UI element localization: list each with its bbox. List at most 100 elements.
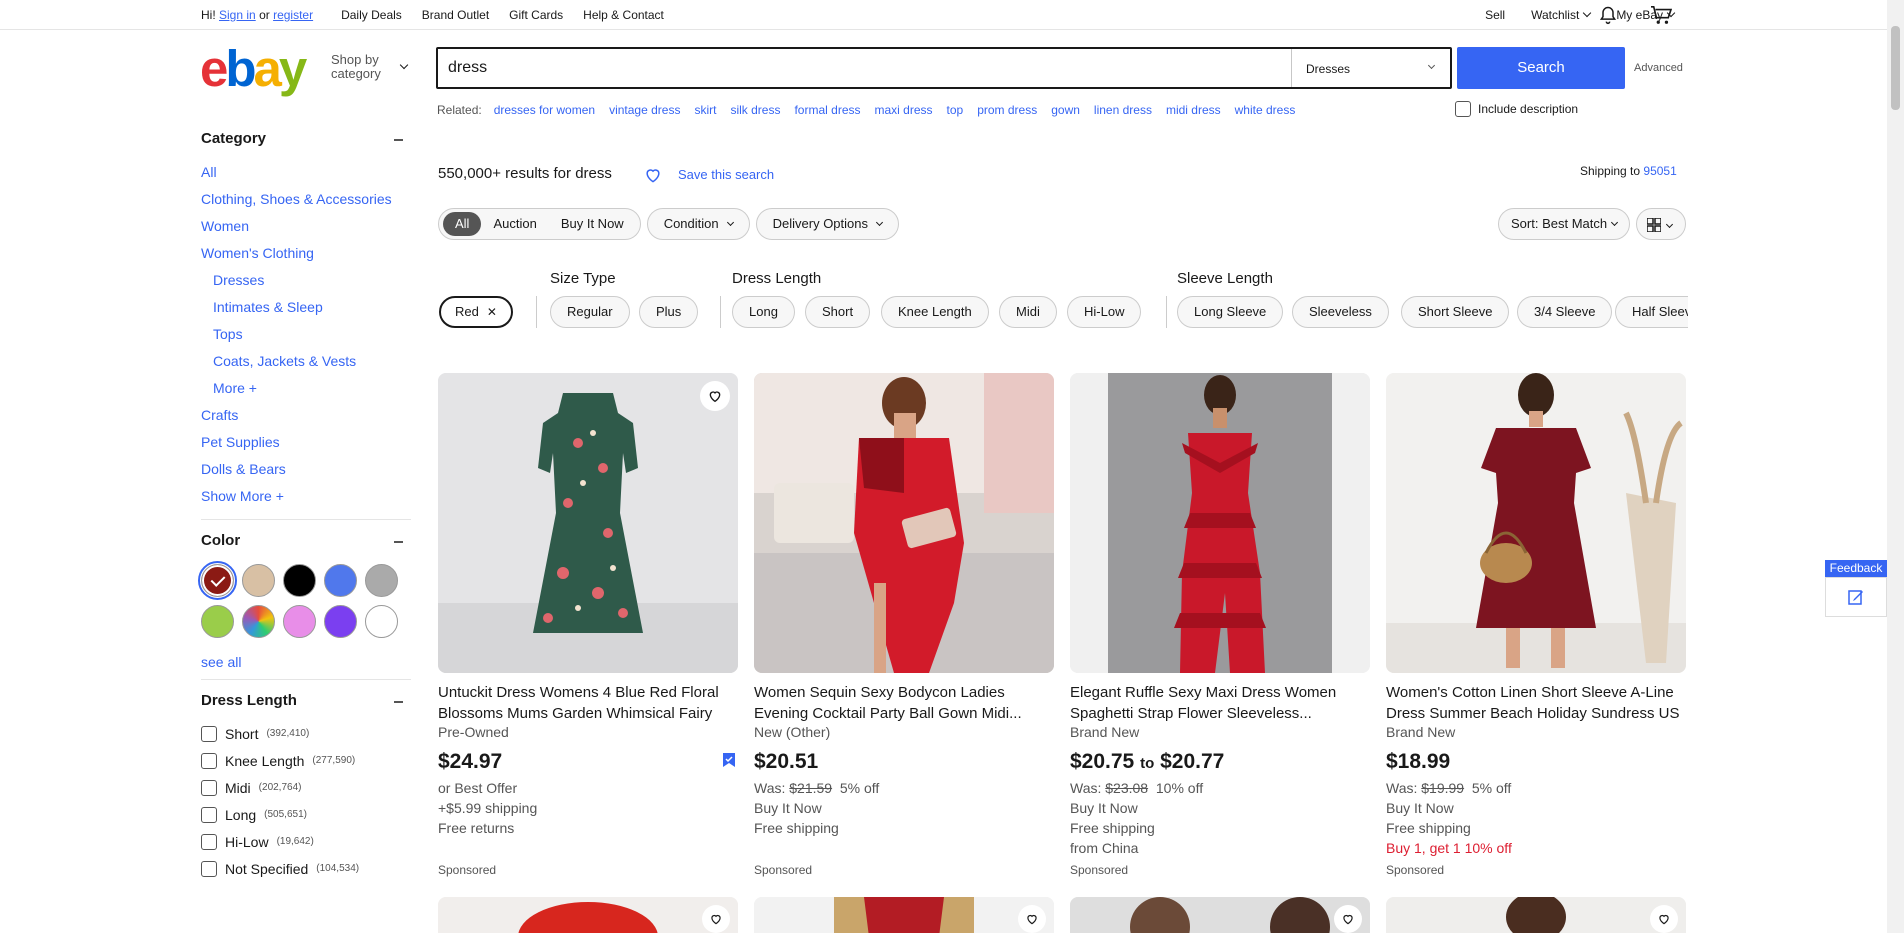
dress-length-option[interactable]: Not Specified (104,534) <box>201 855 411 882</box>
related-link[interactable]: linen dress <box>1094 103 1152 117</box>
sidebar-category-link[interactable]: Tops <box>201 324 411 351</box>
product-title[interactable]: Untuckit Dress Womens 4 Blue Red Floral … <box>438 682 738 724</box>
product-title[interactable]: Women's Cotton Linen Short Sleeve A-Line… <box>1386 682 1686 724</box>
product-card[interactable]: Women Sequin Sexy Bodycon Ladies Evening… <box>754 373 1054 877</box>
product-card[interactable] <box>1070 897 1370 933</box>
watch-item-button[interactable] <box>700 381 730 411</box>
product-card[interactable]: Elegant Ruffle Sexy Maxi Dress Women Spa… <box>1070 373 1370 877</box>
sidebar-category-link[interactable]: Crafts <box>201 405 411 432</box>
watch-item-button[interactable] <box>1018 905 1046 933</box>
see-all-colors-link[interactable]: see all <box>201 652 411 679</box>
related-link[interactable]: prom dress <box>977 103 1037 117</box>
product-card[interactable]: Untuckit Dress Womens 4 Blue Red Floral … <box>438 373 738 877</box>
color-swatch[interactable] <box>365 605 398 638</box>
sidebar-category-link[interactable]: Coats, Jackets & Vests <box>201 351 411 378</box>
sign-in-link[interactable]: Sign in <box>219 8 256 22</box>
cart-icon[interactable] <box>1650 5 1672 25</box>
promo-text[interactable]: Buy 1, get 1 10% off <box>1386 840 1686 860</box>
color-swatch[interactable] <box>242 564 275 597</box>
watch-item-button[interactable] <box>702 905 730 933</box>
chip-hi-low[interactable]: Hi-Low <box>1067 296 1142 328</box>
scrollbar-thumb[interactable] <box>1891 26 1900 110</box>
dress-length-checkbox[interactable] <box>201 725 217 742</box>
dress-length-option[interactable]: Hi-Low (19,642) <box>201 828 411 855</box>
related-link[interactable]: midi dress <box>1166 103 1221 117</box>
related-link[interactable]: dresses for women <box>494 103 595 117</box>
sidebar-category-link[interactable]: Intimates & Sleep <box>201 297 411 324</box>
dress-length-checkbox[interactable] <box>201 779 217 796</box>
product-card[interactable]: Women's Cotton Linen Short Sleeve A-Line… <box>1386 373 1686 877</box>
scrollbar-track[interactable] <box>1887 0 1904 933</box>
sidebar-category-link[interactable]: Women's Clothing <box>201 243 411 270</box>
sidebar-category-link[interactable]: Pet Supplies <box>201 432 411 459</box>
help-contact-link[interactable]: Help & Contact <box>583 8 664 22</box>
sidebar-category-link[interactable]: Dresses <box>201 270 411 297</box>
related-link[interactable]: silk dress <box>730 103 780 117</box>
sidebar-category-link[interactable]: Women <box>201 216 411 243</box>
related-link[interactable]: gown <box>1051 103 1080 117</box>
product-image[interactable] <box>1070 373 1370 673</box>
sidebar-category-link[interactable]: All <box>201 162 411 189</box>
color-swatch[interactable] <box>242 605 275 638</box>
chip-midi[interactable]: Midi <box>999 296 1057 328</box>
close-icon[interactable]: ✕ <box>487 305 497 319</box>
include-description[interactable]: Include description <box>1455 101 1578 117</box>
heart-icon[interactable] <box>643 165 663 185</box>
sort-dropdown[interactable]: Sort: Best Match <box>1498 208 1631 240</box>
feedback-widget[interactable]: Feedback <box>1825 560 1887 617</box>
dress-length-option[interactable]: Long (505,651) <box>201 801 411 828</box>
chip-knee-length[interactable]: Knee Length <box>881 296 989 328</box>
watchlist-menu[interactable]: Watchlist <box>1531 8 1592 22</box>
auction-format-button[interactable]: Auction <box>481 212 548 236</box>
product-card[interactable] <box>438 897 738 933</box>
daily-deals-link[interactable]: Daily Deals <box>341 8 402 22</box>
chip-plus[interactable]: Plus <box>639 296 699 328</box>
chip-three-quarter-sleeve[interactable]: 3/4 Sleeve <box>1517 296 1613 328</box>
category-select[interactable]: Dresses <box>1291 49 1450 87</box>
product-card[interactable] <box>1386 897 1686 933</box>
feedback-button[interactable] <box>1825 577 1887 617</box>
color-swatch[interactable] <box>365 564 398 597</box>
related-link[interactable]: top <box>947 103 964 117</box>
search-button[interactable]: Search <box>1457 47 1625 89</box>
dress-length-checkbox[interactable] <box>201 860 217 877</box>
chip-long-sleeve[interactable]: Long Sleeve <box>1177 296 1284 328</box>
gift-cards-link[interactable]: Gift Cards <box>509 8 563 22</box>
dress-length-option[interactable]: Knee Length (277,590) <box>201 747 411 774</box>
delivery-options-filter[interactable]: Delivery Options <box>755 208 899 240</box>
chip-short-sleeve[interactable]: Short Sleeve <box>1401 296 1510 328</box>
search-input[interactable] <box>448 57 1248 79</box>
product-image[interactable] <box>754 373 1054 673</box>
color-swatch[interactable] <box>324 564 357 597</box>
notification-bell-icon[interactable] <box>1598 5 1618 25</box>
product-title[interactable]: Women Sequin Sexy Bodycon Ladies Evening… <box>754 682 1054 724</box>
related-link[interactable]: white dress <box>1235 103 1296 117</box>
view-toggle[interactable] <box>1636 208 1686 240</box>
dress-length-checkbox[interactable] <box>201 806 217 823</box>
related-link[interactable]: skirt <box>694 103 716 117</box>
register-link[interactable]: register <box>273 8 313 22</box>
product-image[interactable] <box>438 373 738 673</box>
color-heading[interactable]: Color <box>201 532 411 552</box>
zip-code-link[interactable]: 95051 <box>1643 164 1676 178</box>
dress-length-option[interactable]: Midi (202,764) <box>201 774 411 801</box>
related-link[interactable]: formal dress <box>794 103 860 117</box>
dress-length-option[interactable]: Short (392,410) <box>201 720 411 747</box>
color-swatch[interactable] <box>283 564 316 597</box>
product-card[interactable] <box>754 897 1054 933</box>
color-swatch[interactable] <box>324 605 357 638</box>
watch-item-button[interactable] <box>1650 905 1678 933</box>
sidebar-category-link[interactable]: Clothing, Shoes & Accessories <box>201 189 411 216</box>
shop-by-category[interactable]: Shop by category <box>331 53 381 81</box>
color-swatch[interactable] <box>198 561 237 600</box>
advanced-search-link[interactable]: Advanced <box>1634 62 1683 74</box>
chip-sleeveless[interactable]: Sleeveless <box>1292 296 1389 328</box>
sidebar-category-link[interactable]: Show More + <box>201 486 411 513</box>
all-format-button[interactable]: All <box>443 212 482 236</box>
ebay-logo[interactable]: ebay <box>200 43 307 94</box>
dress-length-heading[interactable]: Dress Length <box>201 692 411 712</box>
dress-length-checkbox[interactable] <box>201 833 217 850</box>
chip-regular[interactable]: Regular <box>550 296 630 328</box>
chip-long[interactable]: Long <box>732 296 795 328</box>
category-heading[interactable]: Category <box>201 130 411 150</box>
